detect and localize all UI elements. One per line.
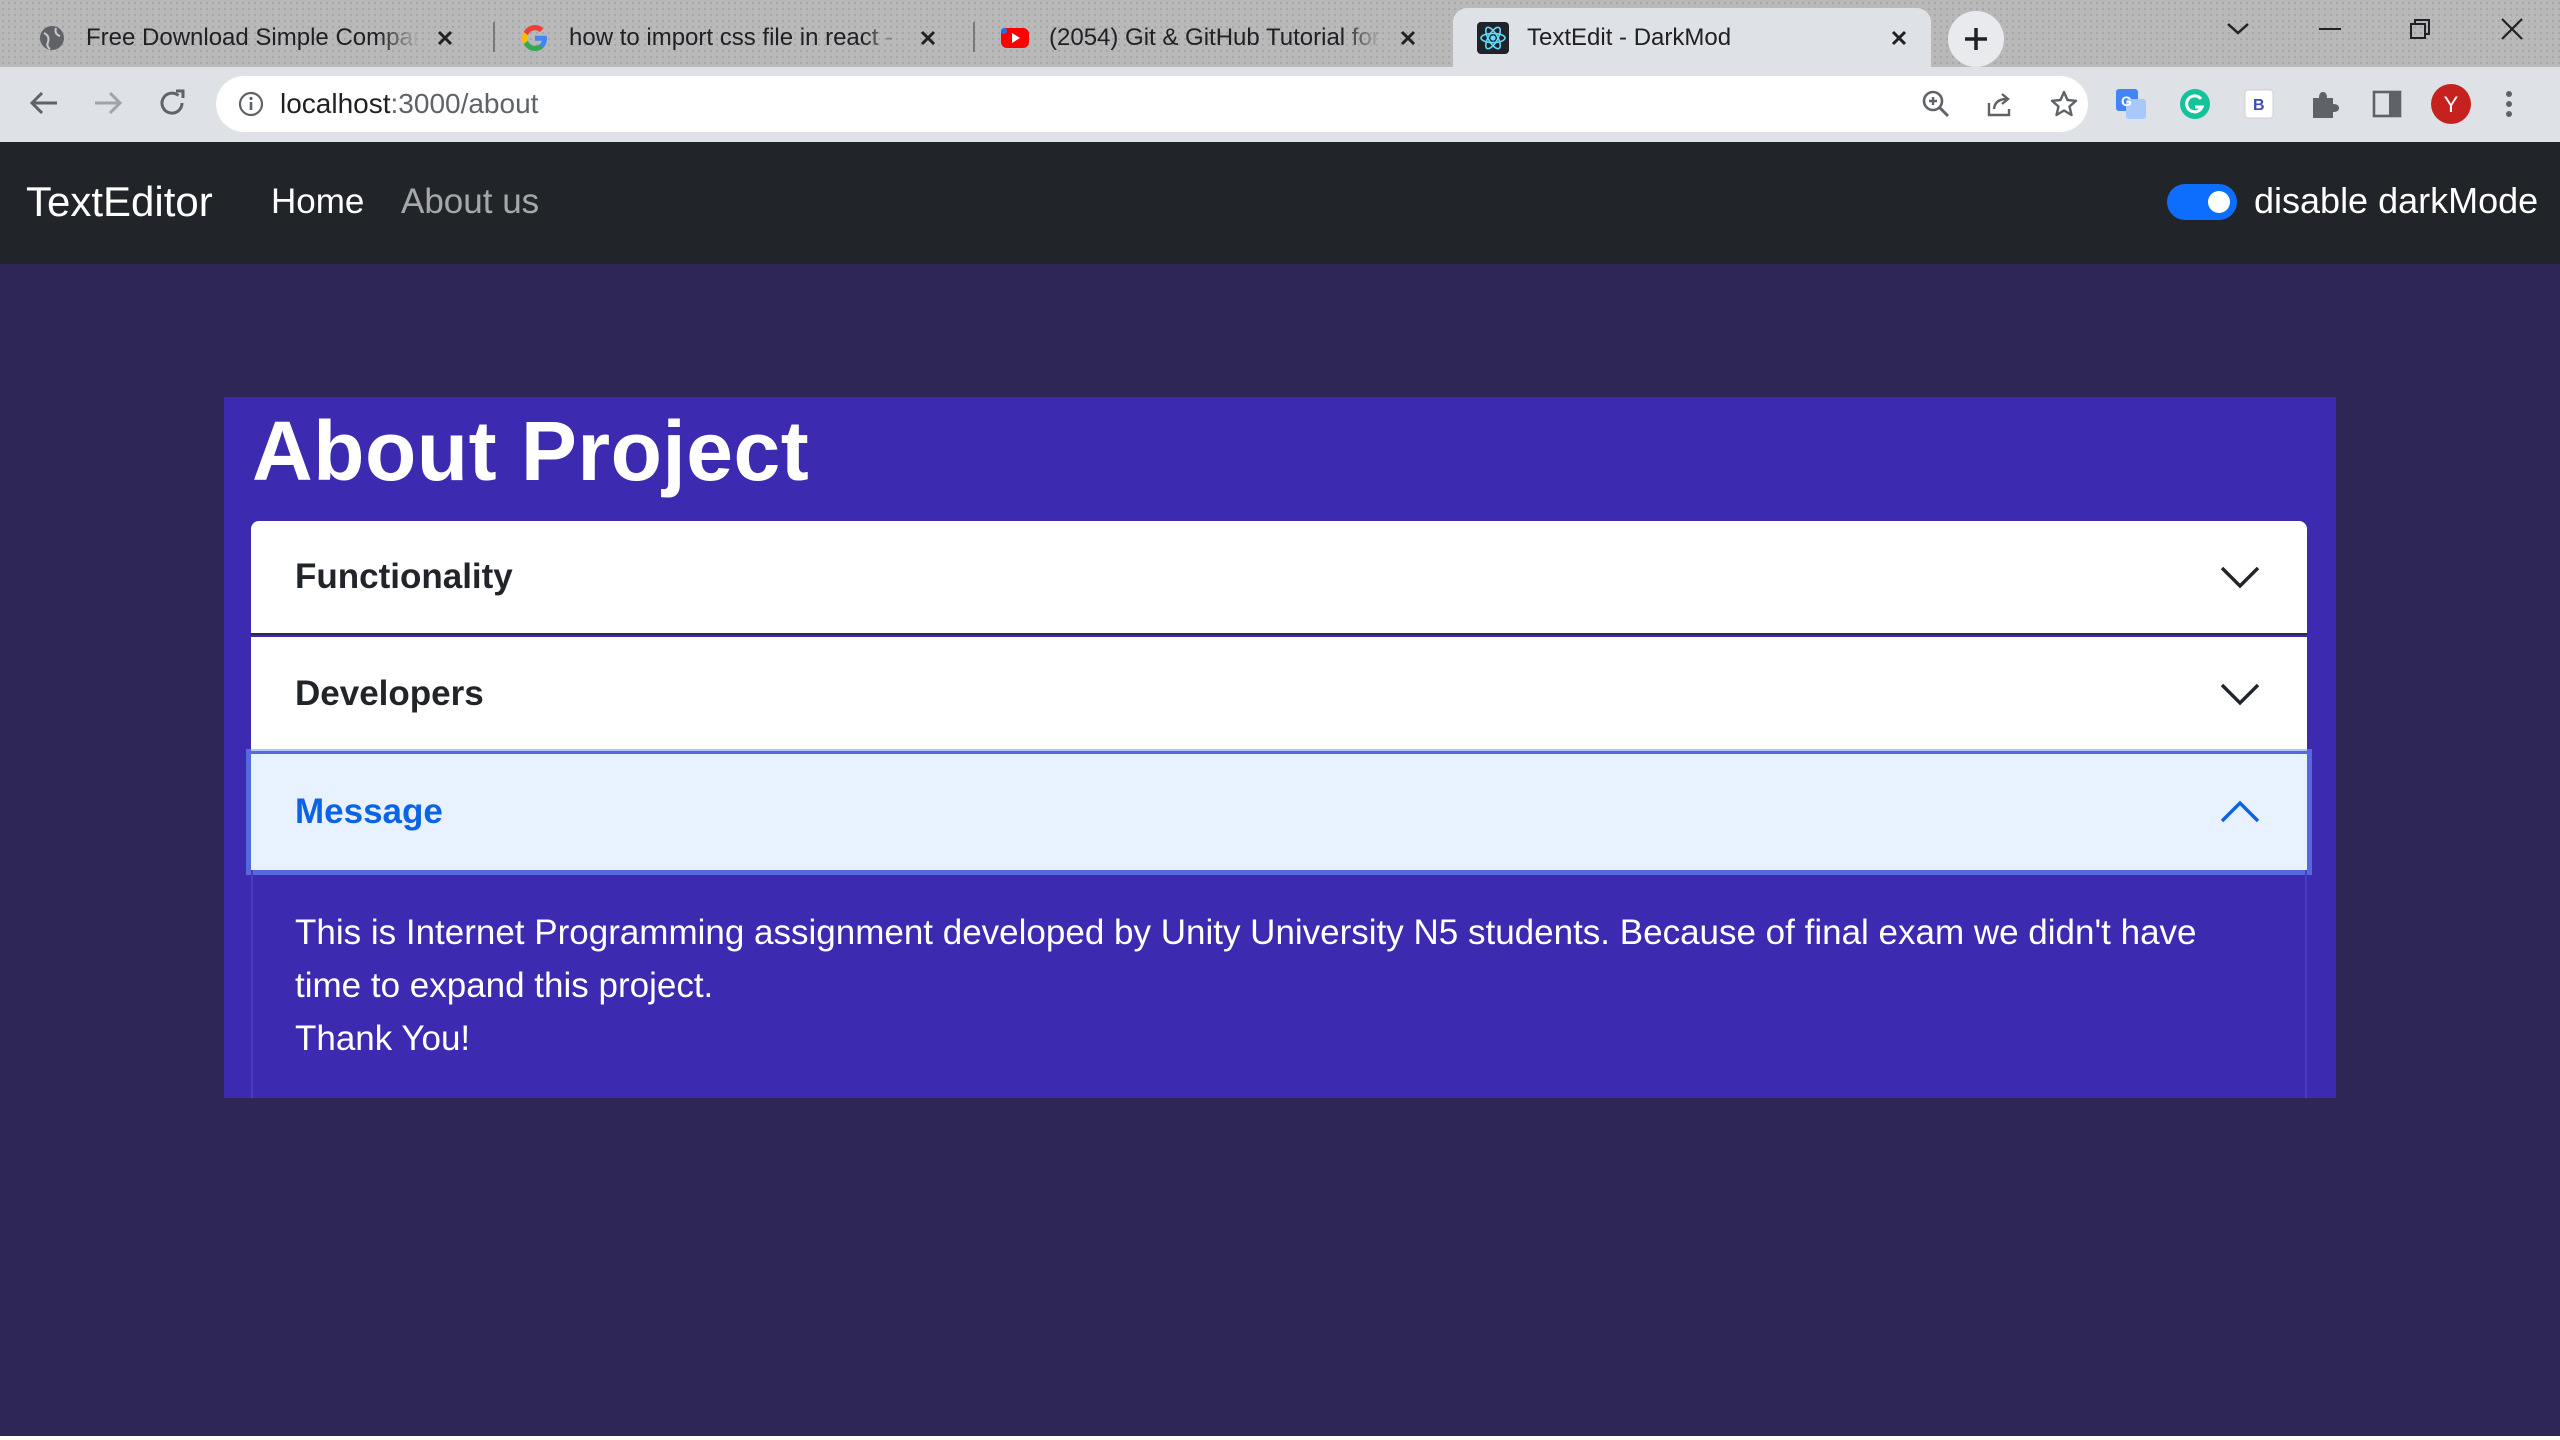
accordion-header-functionality[interactable]: Functionality <box>251 521 2307 635</box>
svg-text:B: B <box>2253 97 2265 114</box>
share-icon[interactable] <box>1980 84 2020 124</box>
youtube-icon <box>999 22 1031 54</box>
kebab-menu-icon[interactable] <box>2486 81 2532 127</box>
new-tab-button[interactable] <box>1948 11 2004 67</box>
minimize-button[interactable] <box>2292 0 2368 58</box>
browser-tab[interactable]: how to import css file in react - G <box>495 8 960 67</box>
tab-title: (2054) Git & GitHub Tutorial for B <box>1049 23 1382 51</box>
minimize-icon <box>2319 28 2341 30</box>
browser-tab[interactable]: (2054) Git & GitHub Tutorial for B <box>975 8 1440 67</box>
close-icon[interactable] <box>429 22 461 54</box>
plus-icon <box>1965 28 1987 50</box>
globe-icon <box>36 22 68 54</box>
url-text: localhost:3000/about <box>280 88 539 119</box>
arrow-left-icon <box>29 91 57 115</box>
chevron-down-icon <box>2220 566 2260 589</box>
accordion-header-label: Functionality <box>295 557 513 596</box>
browser-tab[interactable]: Free Download Simple Company <box>12 8 477 67</box>
chevron-up-icon <box>2220 800 2260 823</box>
page-title: About Project <box>252 404 810 498</box>
browser-tab-active[interactable]: TextEdit - DarkMod <box>1453 8 1931 67</box>
reload-icon <box>160 89 185 115</box>
google-icon <box>519 22 551 54</box>
about-container: About Project Functionality Developers M… <box>224 397 2336 1098</box>
tab-title: TextEdit - DarkMod <box>1527 23 1732 51</box>
tab-search-button[interactable] <box>2200 0 2276 58</box>
restore-button[interactable] <box>2382 0 2458 58</box>
page-body: About Project Functionality Developers M… <box>0 264 2560 1436</box>
close-icon[interactable] <box>1883 22 1915 54</box>
chevron-down-icon <box>2220 683 2260 706</box>
reload-button[interactable] <box>146 77 198 129</box>
svg-text:Y: Y <box>2444 92 2459 117</box>
puzzle-extensions-icon[interactable] <box>2300 81 2346 127</box>
grammarly-extension-icon[interactable] <box>2172 81 2218 127</box>
tab-title: Free Download Simple Company <box>86 23 419 51</box>
accordion-header-label: Developers <box>295 674 484 713</box>
message-line: This is Internet Programming assignment … <box>295 913 2197 952</box>
side-panel-icon[interactable] <box>2364 81 2410 127</box>
toggle-knob <box>2208 191 2230 213</box>
react-icon <box>1477 21 1509 54</box>
translate-extension-icon[interactable]: G <box>2108 81 2154 127</box>
zoom-icon[interactable] <box>1916 84 1956 124</box>
nav-link-home[interactable]: Home <box>271 182 364 222</box>
browser-toolbar: localhost:3000/about G B Y <box>0 67 2560 142</box>
message-line: Thank You! <box>295 1019 471 1058</box>
darkmode-toggle[interactable] <box>2167 184 2237 220</box>
profile-avatar[interactable]: Y <box>2428 81 2474 127</box>
accordion-header-message[interactable]: Message <box>251 754 2307 870</box>
accordion-header-label: Message <box>295 792 443 831</box>
nav-link-about[interactable]: About us <box>401 182 539 222</box>
chevron-down-icon <box>2227 23 2249 35</box>
address-bar[interactable]: localhost:3000/about <box>216 76 2088 132</box>
close-icon[interactable] <box>1392 22 1424 54</box>
navbar-brand[interactable]: TextEditor <box>26 178 213 226</box>
svg-text:G: G <box>2121 93 2132 109</box>
tab-title: how to import css file in react - G <box>569 23 902 51</box>
accordion: Functionality Developers Message This is… <box>251 521 2307 1098</box>
close-icon <box>2501 18 2523 40</box>
info-icon[interactable] <box>238 91 264 117</box>
accordion-body-message: This is Internet Programming assignment … <box>251 870 2307 1098</box>
bookmark-star-icon[interactable] <box>2044 84 2084 124</box>
darkmode-toggle-label[interactable]: disable darkMode <box>2254 180 2538 222</box>
restore-icon <box>2410 19 2430 39</box>
extension-b-icon[interactable]: B <box>2236 81 2282 127</box>
back-button[interactable] <box>18 77 70 129</box>
app-navbar: TextEditor Home About us disable darkMod… <box>0 142 2560 264</box>
close-window-button[interactable] <box>2474 0 2550 58</box>
accordion-header-developers[interactable]: Developers <box>251 637 2307 751</box>
close-icon[interactable] <box>912 22 944 54</box>
arrow-right-icon <box>95 91 123 115</box>
browser-tab-strip: Free Download Simple Company how to impo… <box>0 0 2560 67</box>
message-line: time to expand this project. <box>295 966 714 1005</box>
forward-button[interactable] <box>82 77 134 129</box>
